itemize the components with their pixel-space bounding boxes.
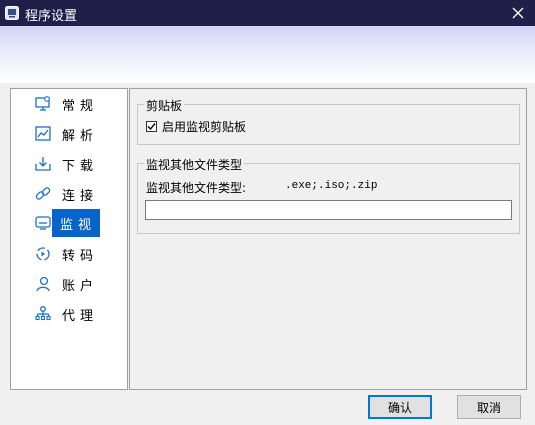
chart-icon: [34, 125, 52, 143]
sidebar-item-label: 监视: [60, 217, 97, 233]
checkbox-box[interactable]: [146, 121, 157, 132]
download-tray-icon: [34, 155, 52, 173]
sidebar-item-transcode[interactable]: 转码: [30, 242, 110, 266]
sidebar-item-account[interactable]: 账户: [30, 272, 110, 296]
sidebar-item-label: 账户: [62, 278, 99, 294]
sidebar-item-label: 解析: [62, 128, 99, 144]
enable-clipboard-monitor-checkbox[interactable]: 启用监视剪贴板: [146, 118, 246, 135]
proxy-network-icon: [34, 305, 52, 323]
ok-button[interactable]: 确认: [368, 395, 432, 419]
convert-icon: [34, 245, 52, 263]
filetype-group: 监视其他文件类型: [137, 156, 520, 234]
window-title: 程序设置: [25, 9, 78, 24]
link-icon: [34, 185, 52, 203]
app-icon: [5, 6, 19, 20]
sidebar-item-connection[interactable]: 连接: [30, 182, 110, 206]
sidebar-item-parse[interactable]: 解析: [30, 122, 110, 146]
header-banner: [0, 26, 535, 82]
current-filetypes-value: .exe;.iso;.zip: [285, 180, 378, 192]
close-icon: [512, 7, 524, 19]
enable-clipboard-monitor-label: 启用监视剪贴板: [162, 120, 247, 134]
user-icon: [34, 275, 52, 293]
sidebar-item-general[interactable]: 常规: [30, 92, 110, 116]
sidebar-item-label: 连接: [62, 188, 99, 204]
sidebar-item-label: 下载: [62, 158, 99, 174]
sidebar-item-proxy[interactable]: 代理: [30, 302, 110, 326]
sidebar-item-download[interactable]: 下载: [30, 152, 110, 176]
screen-monitor-icon: [34, 214, 52, 232]
filetype-field-label: 监视其他文件类型:: [146, 181, 247, 195]
clipboard-group-title: 剪贴板: [144, 97, 185, 114]
filetype-input[interactable]: [145, 200, 512, 220]
sidebar-item-label: 代理: [62, 308, 99, 324]
monitor-gear-icon: [34, 95, 52, 113]
filetype-group-title: 监视其他文件类型: [144, 156, 245, 173]
cancel-button[interactable]: 取消: [457, 395, 521, 419]
sidebar-item-monitor[interactable]: 监视: [52, 209, 100, 237]
sidebar-item-label: 转码: [62, 248, 99, 264]
title-bar: 程序设置: [0, 0, 535, 26]
checkmark-icon: [147, 123, 156, 131]
sidebar-item-label: 常规: [62, 98, 99, 114]
close-button[interactable]: [501, 0, 535, 26]
